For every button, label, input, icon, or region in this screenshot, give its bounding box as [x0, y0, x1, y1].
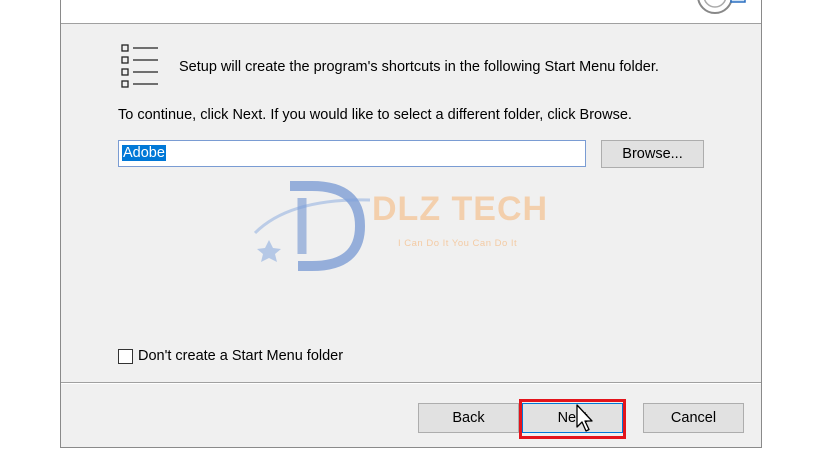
intro-text: Setup will create the program's shortcut…: [179, 59, 659, 75]
continue-instructions: To continue, click Next. If you would li…: [118, 107, 632, 123]
start-menu-list-icon: [121, 44, 158, 88]
button-area-separator: [61, 382, 761, 384]
setup-wizard-icon: [697, 0, 746, 14]
watermark-brand: DLZ TECH: [372, 190, 549, 228]
no-start-menu-folder-option[interactable]: Don't create a Start Menu folder: [118, 348, 343, 364]
browse-button[interactable]: Browse...: [601, 140, 704, 168]
back-button[interactable]: Back: [418, 403, 519, 433]
start-menu-folder-input[interactable]: Adobe: [118, 140, 586, 167]
no-start-menu-folder-checkbox[interactable]: [118, 348, 133, 364]
watermark-slogan: I Can Do It You Can Do It: [398, 238, 518, 249]
cancel-button[interactable]: Cancel: [643, 403, 744, 433]
checkbox-label: Don't create a Start Menu folder: [138, 348, 344, 364]
folder-input-value: Adobe: [122, 145, 166, 161]
next-button[interactable]: Next: [522, 403, 623, 433]
wizard-header: [61, 0, 761, 24]
